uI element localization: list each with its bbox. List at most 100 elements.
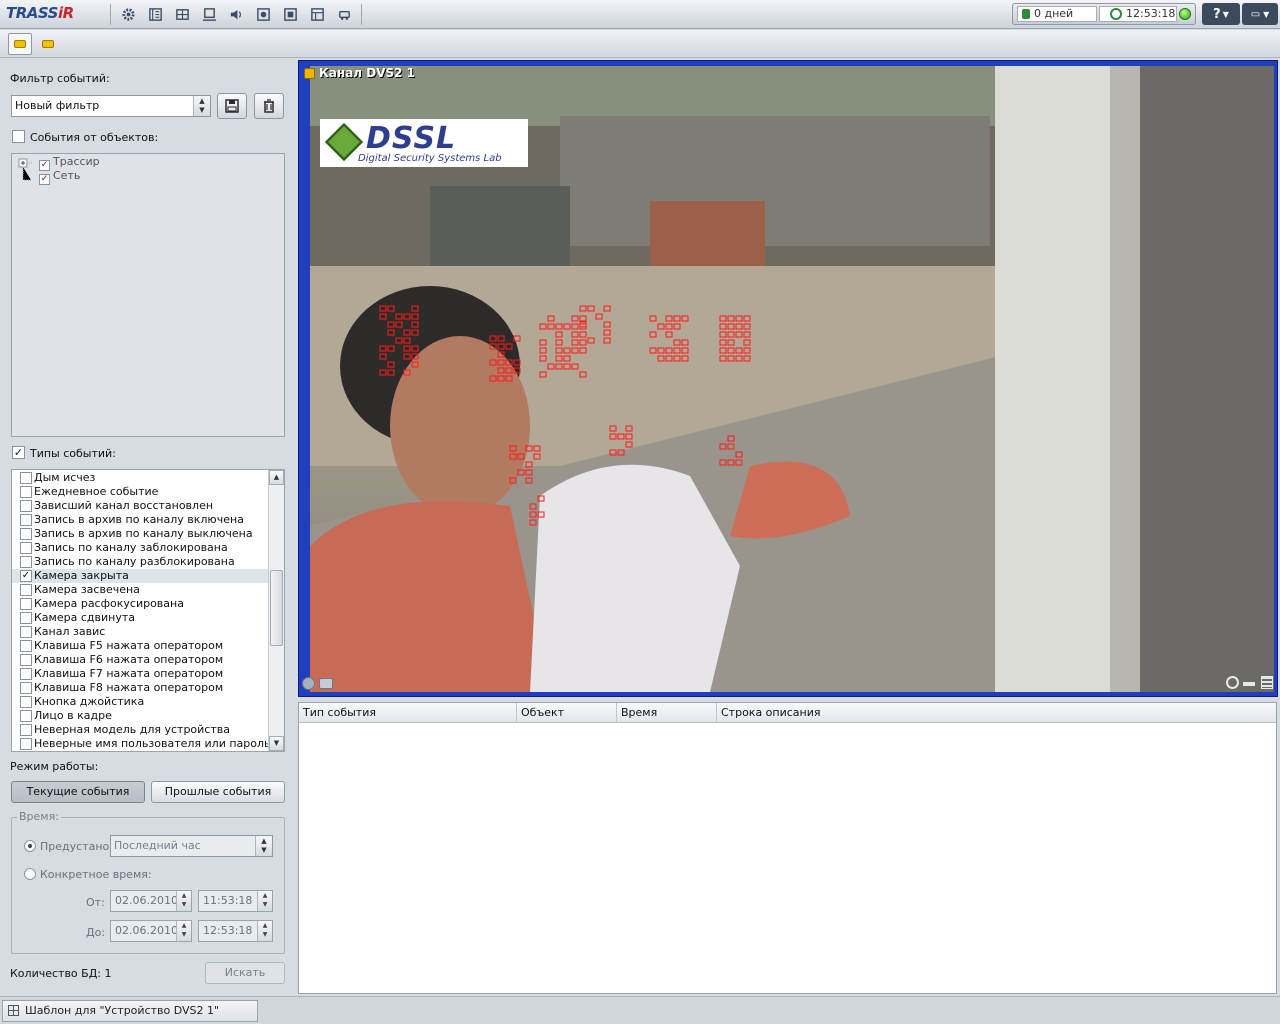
motion-marker: [539, 339, 547, 346]
spinner-icon[interactable]: ▲ ▼: [176, 891, 191, 911]
event-type-item[interactable]: Камера засвечена: [12, 583, 269, 597]
event-type-item[interactable]: Клавиша F8 нажата оператором: [12, 681, 269, 695]
from-label: От:: [86, 896, 105, 909]
motion-marker: [727, 331, 735, 338]
tree-item-network[interactable]: ✓ Сеть: [39, 169, 80, 185]
taskbar-item-template[interactable]: Шаблон для "Устройство DVS2 1": [2, 1000, 258, 1022]
clock: 12:53:18: [1099, 6, 1177, 22]
checkbox[interactable]: [20, 542, 32, 554]
past-events-button[interactable]: Прошлые события: [151, 781, 285, 803]
checkbox[interactable]: [20, 528, 32, 540]
column-description[interactable]: Строка описания: [717, 703, 1276, 723]
column-time[interactable]: Время: [617, 703, 717, 723]
preset-radio[interactable]: [24, 840, 36, 852]
checkbox[interactable]: [20, 626, 32, 638]
motion-marker: [525, 477, 533, 484]
checkbox[interactable]: [20, 654, 32, 666]
checkbox[interactable]: [20, 514, 32, 526]
event-filter-panel: Фильтр событий: Новый фильтр ▲ ▼ События …: [0, 59, 296, 995]
event-type-item[interactable]: Камера расфокусирована: [12, 597, 269, 611]
from-date-input[interactable]: 02.06.2010 ▲ ▼: [110, 890, 192, 912]
event-type-item[interactable]: Запись в архив по каналу выключена: [12, 527, 269, 541]
channel-tab-2[interactable]: [36, 33, 60, 55]
event-type-item[interactable]: Дым исчез: [12, 471, 269, 485]
scroll-thumb[interactable]: [270, 570, 283, 646]
vehicle-icon[interactable]: [332, 4, 356, 25]
checkbox[interactable]: [20, 668, 32, 680]
checkbox[interactable]: [20, 710, 32, 722]
to-date-input[interactable]: 02.06.2010 ▲ ▼: [110, 920, 192, 942]
event-type-item[interactable]: Ежедневное событие: [12, 485, 269, 499]
stop-icon[interactable]: [278, 4, 302, 25]
snapshot-icon[interactable]: [319, 678, 333, 689]
db-count: Количество БД: 1: [10, 967, 112, 980]
event-type-item[interactable]: Запись в архив по каналу включена: [12, 513, 269, 527]
event-type-item[interactable]: Лицо в кадре: [12, 709, 269, 723]
checkbox[interactable]: [20, 612, 32, 624]
checkbox[interactable]: [20, 556, 32, 568]
sound-icon[interactable]: [224, 4, 248, 25]
scroll-up-icon[interactable]: ▲: [269, 470, 284, 485]
channel-tab-1[interactable]: [8, 33, 32, 55]
layout-icon[interactable]: [170, 4, 194, 25]
archive-icon[interactable]: [143, 4, 167, 25]
grid-icon[interactable]: [1261, 676, 1273, 689]
event-type-item[interactable]: Канал завис: [12, 625, 269, 639]
event-type-item[interactable]: Зависший канал восстановлен: [12, 499, 269, 513]
event-type-item[interactable]: Запись по каналу разблокирована: [12, 555, 269, 569]
event-type-item[interactable]: Неверные имя пользователя или пароль: [12, 737, 271, 751]
event-type-item[interactable]: Кнопка джойстика: [12, 695, 269, 709]
to-time-input[interactable]: 12:53:18 ▲ ▼: [198, 920, 273, 942]
server-status-icon[interactable]: [1179, 8, 1191, 20]
window-menu-button[interactable]: ▭ ▼: [1242, 3, 1278, 25]
scroll-down-icon[interactable]: ▼: [269, 736, 284, 751]
column-event-type[interactable]: Тип события: [299, 703, 517, 723]
checkbox[interactable]: [20, 738, 32, 750]
event-types-checkbox[interactable]: ✓: [12, 446, 25, 459]
checkbox[interactable]: [20, 472, 32, 484]
record-icon[interactable]: [251, 4, 275, 25]
search-button[interactable]: Искать: [205, 962, 285, 984]
save-filter-button[interactable]: [217, 93, 247, 119]
templates-icon[interactable]: [305, 4, 329, 25]
specific-time-radio[interactable]: [24, 868, 36, 880]
column-object[interactable]: Объект: [517, 703, 617, 723]
from-time-input[interactable]: 11:53:18 ▲ ▼: [198, 890, 273, 912]
spinner-icon[interactable]: ▲ ▼: [257, 921, 272, 941]
checkbox[interactable]: [20, 500, 32, 512]
checkbox[interactable]: [20, 682, 32, 694]
delete-filter-button[interactable]: [254, 93, 284, 119]
event-type-item[interactable]: Клавиша F7 нажата оператором: [12, 667, 269, 681]
checkbox[interactable]: [20, 486, 32, 498]
zoom-icon[interactable]: [1226, 676, 1239, 689]
help-button[interactable]: ? ▼: [1202, 3, 1240, 25]
spinner-icon[interactable]: ▲ ▼: [257, 891, 272, 911]
camera-icon: [14, 40, 26, 48]
event-type-item[interactable]: Клавиша F5 нажата оператором: [12, 639, 269, 653]
checkbox[interactable]: [20, 598, 32, 610]
spinner-icon[interactable]: ▲ ▼: [176, 921, 191, 941]
preset-select[interactable]: Последний час ▲ ▼: [110, 835, 273, 857]
settings-icon[interactable]: [116, 4, 140, 25]
event-type-item[interactable]: Клавиша F6 нажата оператором: [12, 653, 269, 667]
video-status-icon[interactable]: [302, 677, 315, 690]
checkbox[interactable]: [20, 584, 32, 596]
checkbox-checked[interactable]: ✓: [20, 570, 32, 582]
tree-item-trassir[interactable]: ✓ Трассир: [39, 155, 100, 171]
event-types-scrollbar[interactable]: ▲ ▼: [268, 470, 284, 751]
filter-label: Фильтр событий:: [10, 72, 110, 85]
event-type-item[interactable]: ✓ Камера закрыта: [12, 569, 269, 583]
event-type-item[interactable]: Неверная модель для устройства: [12, 723, 269, 737]
filter-select[interactable]: Новый фильтр ▲ ▼: [11, 95, 211, 117]
event-type-item[interactable]: Запись по каналу заблокирована: [12, 541, 269, 555]
checkbox[interactable]: [20, 696, 32, 708]
checkbox-checked[interactable]: ✓: [39, 174, 50, 185]
minimize-icon[interactable]: [1243, 682, 1255, 686]
objects-checkbox[interactable]: [12, 130, 25, 143]
monitor-icon[interactable]: [197, 4, 221, 25]
checkbox[interactable]: [20, 640, 32, 652]
current-events-button[interactable]: Текущие события: [11, 781, 145, 803]
checkbox[interactable]: [20, 724, 32, 736]
event-type-item[interactable]: Камера сдвинута: [12, 611, 269, 625]
motion-marker: [505, 359, 513, 366]
